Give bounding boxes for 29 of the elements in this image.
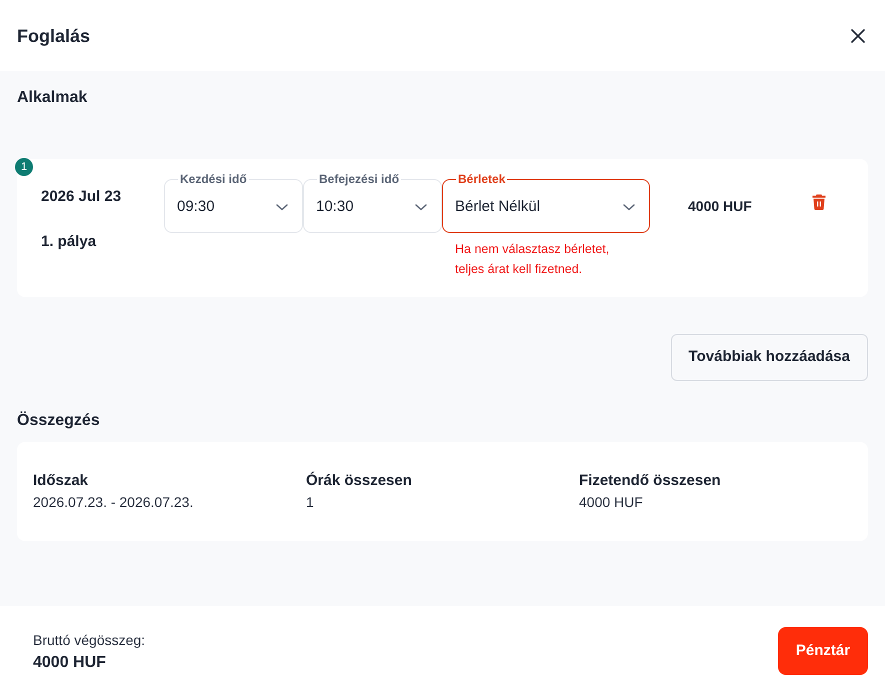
chevron-down-icon [415, 204, 427, 210]
section-heading: Összegzés [17, 410, 101, 431]
summary-value: 4000 HUF [579, 493, 644, 512]
total-amount: 4000 HUF [33, 652, 107, 672]
session-price: 4000 HUF [688, 197, 753, 216]
summary-label: Időszak [33, 471, 90, 491]
field-label: Kezdési idő [179, 172, 248, 186]
trash-icon[interactable] [812, 194, 826, 210]
court-name: 1. pálya [41, 232, 98, 252]
field-label: Bérletek [457, 172, 506, 186]
select-field[interactable]: Kezdési idő 09:30 [164, 172, 303, 233]
summary-value: 1 [306, 493, 315, 512]
select-field[interactable]: Bérletek Bérlet Nélkül [442, 172, 650, 233]
summary-label: Órák összesen [306, 471, 413, 491]
dialog-title: Foglalás [17, 24, 90, 48]
total-label: Bruttó végösszeg: [33, 630, 146, 650]
chevron-down-icon [623, 204, 635, 210]
checkout-button[interactable]: Pénztár [778, 627, 868, 675]
number-badge: 1 [15, 158, 33, 176]
helper-text: Ha nem választasz bérletet, teljes árat kell fizetned. [454, 241, 610, 278]
summary-value: 2026.07.23. - 2026.07.23. [33, 493, 194, 512]
close-icon[interactable] [851, 28, 865, 42]
summary-label: Fizetendő összesen [579, 471, 722, 491]
select-field[interactable]: Befejezési idő 10:30 [303, 172, 442, 233]
field-label: Befejezési idő [318, 172, 400, 186]
session-date: 2026 Jul 23 [41, 187, 122, 207]
chevron-down-icon [276, 204, 288, 210]
section-heading: Alkalmak [17, 88, 88, 108]
add-more-button[interactable]: Továbbiak hozzáadása [670, 334, 868, 381]
